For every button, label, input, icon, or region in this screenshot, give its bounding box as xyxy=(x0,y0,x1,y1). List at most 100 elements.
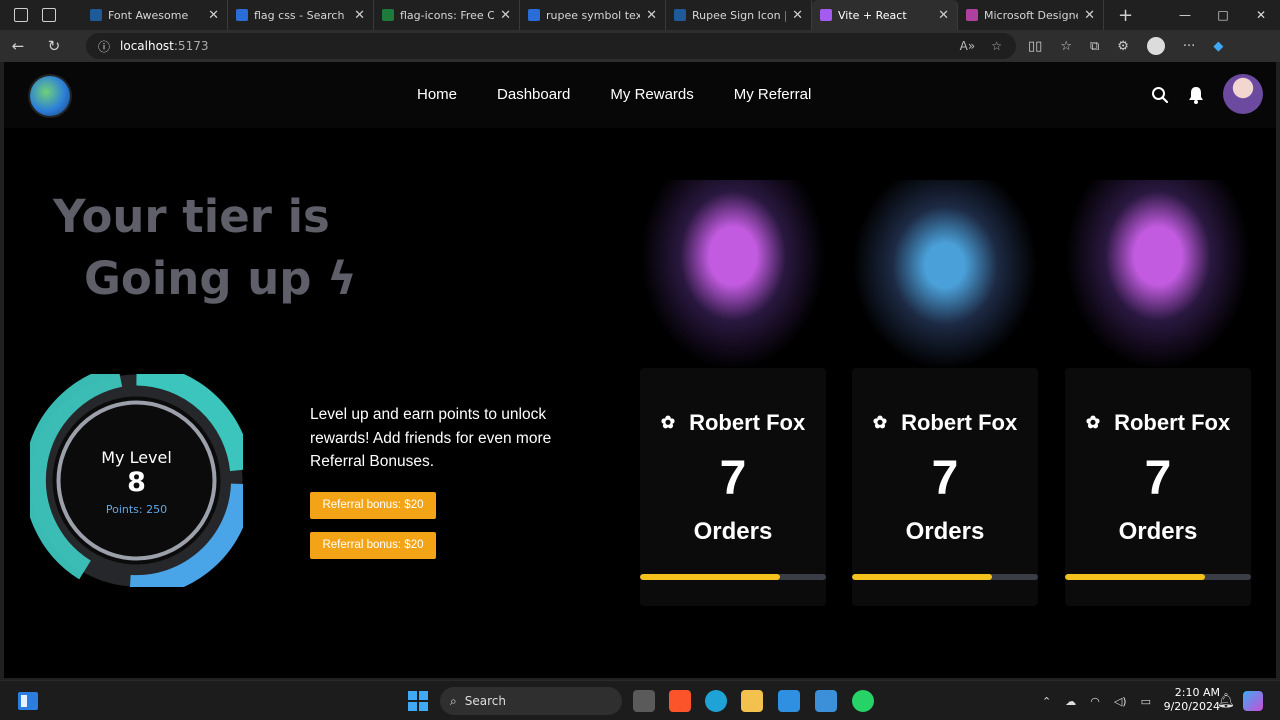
tray-chevron-icon[interactable]: ⌃ xyxy=(1042,695,1051,708)
window-controls: — □ ✕ xyxy=(1166,0,1280,30)
browser-tab[interactable]: Microsoft Designer - ✕ xyxy=(958,0,1104,30)
leaderboard-card[interactable]: ✿ Robert Fox 7 Orders xyxy=(852,180,1038,606)
start-icon[interactable] xyxy=(408,691,428,711)
wifi-icon[interactable]: ◠ xyxy=(1090,695,1100,708)
back-icon[interactable]: ← xyxy=(0,37,36,55)
site-info-icon[interactable]: ⓘ xyxy=(98,38,110,55)
url-field[interactable]: ⓘ localhost:5173 A» ☆ xyxy=(86,33,1016,59)
split-screen-icon[interactable]: ▯▯ xyxy=(1028,39,1042,54)
level-value: 8 xyxy=(127,467,146,498)
copilot-icon[interactable]: ◆ xyxy=(1213,39,1223,54)
read-aloud-icon[interactable]: A» xyxy=(960,39,976,53)
browser-tab[interactable]: flag css - Search ✕ xyxy=(228,0,374,30)
nav-my-referral[interactable]: My Referral xyxy=(734,86,812,103)
copilot-taskbar-icon[interactable] xyxy=(1243,691,1263,711)
refresh-icon[interactable]: ↻ xyxy=(36,37,72,55)
edge-icon[interactable] xyxy=(705,690,727,712)
referral-bonus-button-1[interactable]: Referral bonus: $20 xyxy=(310,492,436,519)
extensions-icon[interactable]: ⚙ xyxy=(1117,39,1129,54)
url-port: :5173 xyxy=(173,39,209,53)
card-name-row: ✿ Robert Fox xyxy=(1065,410,1251,436)
tab-close-icon[interactable]: ✕ xyxy=(792,8,803,23)
battery-icon[interactable]: ▭ xyxy=(1141,695,1151,708)
taskbar-search-icon: ⌕ xyxy=(450,693,457,708)
photos-icon[interactable] xyxy=(815,690,837,712)
taskbar-search[interactable]: ⌕ Search xyxy=(440,687,622,715)
collections-icon[interactable]: ⧉ xyxy=(1090,39,1099,54)
taskbar-clock[interactable]: 2:10 AM 9/20/2024 xyxy=(1158,686,1220,714)
tab-close-icon[interactable]: ✕ xyxy=(1084,8,1095,23)
card-order-unit: Orders xyxy=(693,518,773,545)
url-host: localhost xyxy=(120,39,174,53)
favorite-star-icon[interactable]: ☆ xyxy=(991,39,1002,53)
level-description: Level up and earn points to unlock rewar… xyxy=(310,406,552,470)
close-window-icon[interactable]: ✕ xyxy=(1242,0,1280,30)
level-points: Points: 250 xyxy=(105,503,168,516)
nav-home[interactable]: Home xyxy=(417,86,457,103)
card-progress-fill xyxy=(640,574,780,580)
globe-logo[interactable] xyxy=(30,76,70,116)
favorites-icon[interactable]: ☆ xyxy=(1060,39,1072,54)
browser-tab[interactable]: rupee symbol text - S ✕ xyxy=(520,0,666,30)
browser-tab[interactable]: Font Awesome ✕ xyxy=(82,0,228,30)
tab-title: flag-icons: Free Coun xyxy=(400,8,495,22)
tab-actions-icon[interactable] xyxy=(42,8,56,22)
address-toolbar: ← ↻ ⓘ localhost:5173 A» ☆ ▯▯ ☆ ⧉ ⚙ ··· ◆ xyxy=(0,30,1280,62)
widgets-icon[interactable] xyxy=(18,692,38,710)
card-name-row: ✿ Robert Fox xyxy=(640,410,826,436)
user-avatar[interactable] xyxy=(1223,74,1263,114)
whatsapp-icon[interactable] xyxy=(852,690,874,712)
minimize-icon[interactable]: — xyxy=(1166,0,1204,30)
file-explorer-icon[interactable] xyxy=(741,690,763,712)
browser-tab[interactable]: Vite + React ✕ xyxy=(812,0,958,30)
character-image xyxy=(1065,180,1251,370)
tab-close-icon[interactable]: ✕ xyxy=(646,8,657,23)
vscode-icon[interactable] xyxy=(778,690,800,712)
nav-dashboard[interactable]: Dashboard xyxy=(497,86,570,103)
card-progress-bar xyxy=(852,574,1038,580)
search-icon[interactable] xyxy=(1151,86,1169,104)
tab-close-icon[interactable]: ✕ xyxy=(938,8,949,23)
character-image xyxy=(640,180,826,370)
card-order-count: 7 xyxy=(1144,452,1172,505)
workspaces-icon[interactable] xyxy=(14,8,28,22)
tab-favicon-icon xyxy=(966,9,978,21)
leaderboard-card[interactable]: ✿ Robert Fox 7 Orders xyxy=(1065,180,1251,606)
browser-tools: ▯▯ ☆ ⧉ ⚙ ··· ◆ xyxy=(1028,30,1223,62)
hero-title-line2: Going up ϟ xyxy=(84,252,357,305)
tab-title: Rupee Sign Icon | For xyxy=(692,8,787,22)
tab-strip: Font Awesome ✕ flag css - Search ✕ flag-icon… xyxy=(82,0,1104,30)
nav-my-rewards[interactable]: My Rewards xyxy=(610,86,693,103)
browser-tab[interactable]: Rupee Sign Icon | For ✕ xyxy=(666,0,812,30)
new-tab-icon[interactable]: + xyxy=(1118,5,1133,26)
tab-close-icon[interactable]: ✕ xyxy=(500,8,511,23)
tab-close-icon[interactable]: ✕ xyxy=(208,8,219,23)
tab-title: Vite + React xyxy=(838,8,907,22)
app-header: Home Dashboard My Rewards My Referral xyxy=(4,62,1276,128)
bell-icon[interactable] xyxy=(1188,86,1204,104)
tab-title: flag css - Search xyxy=(254,8,345,22)
profile-icon[interactable] xyxy=(1146,37,1165,55)
maximize-icon[interactable]: □ xyxy=(1204,0,1242,30)
notification-bell-icon[interactable]: 🔔︎ xyxy=(1217,693,1235,709)
tab-favicon-icon xyxy=(528,9,540,21)
more-icon[interactable]: ··· xyxy=(1183,39,1195,54)
browser-tab-bar: Font Awesome ✕ flag css - Search ✕ flag-icon… xyxy=(0,0,1280,30)
character-image xyxy=(852,180,1038,370)
tab-title: Font Awesome xyxy=(108,8,189,22)
browser-tab[interactable]: flag-icons: Free Coun ✕ xyxy=(374,0,520,30)
gear-icon: ✿ xyxy=(1085,413,1101,432)
tab-favicon-icon xyxy=(820,9,832,21)
leaderboard-card[interactable]: ✿ Robert Fox 7 Orders xyxy=(640,180,826,606)
clock-date: 9/20/2024 xyxy=(1163,700,1220,713)
referral-bonus-button-2[interactable]: Referral bonus: $20 xyxy=(310,532,436,559)
tab-close-icon[interactable]: ✕ xyxy=(354,8,365,23)
brave-icon[interactable] xyxy=(669,690,691,712)
volume-icon[interactable]: ◁) xyxy=(1114,695,1127,708)
gear-icon: ✿ xyxy=(660,413,676,432)
windows-taskbar: ⌕ Search ⌃ ☁ ◠ ◁) ▭ 2:10 AM 9/20/2024 🔔︎ xyxy=(0,680,1280,720)
tab-favicon-icon xyxy=(90,9,102,21)
task-view-icon[interactable] xyxy=(633,690,655,712)
onedrive-icon[interactable]: ☁ xyxy=(1065,695,1076,708)
hero-title-line1: Your tier is xyxy=(53,190,330,243)
